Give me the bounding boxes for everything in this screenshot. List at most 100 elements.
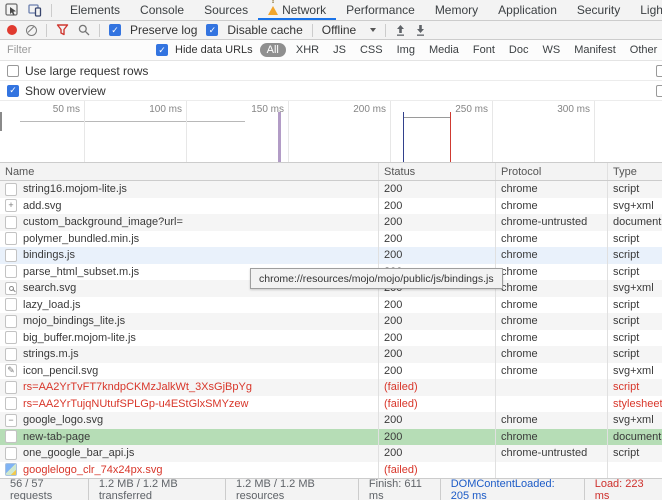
request-name-cell: strings.m.js: [0, 346, 378, 363]
divider: [99, 23, 100, 37]
filter-type-img[interactable]: Img: [393, 43, 419, 57]
load-event-marker: [450, 112, 451, 162]
request-status-cell: 200: [378, 247, 495, 264]
table-row[interactable]: new-tab-page 200 chrome document: [0, 428, 662, 445]
tab-lighthouse[interactable]: Lighthouse: [630, 0, 662, 20]
filter-type-media[interactable]: Media: [425, 43, 463, 57]
request-name: search.svg: [23, 282, 77, 295]
table-row[interactable]: custom_background_image?url= 200 chrome-un…: [0, 214, 662, 231]
hide-data-urls-label: Hide data URLs: [175, 44, 253, 56]
table-row[interactable]: bindings.js 200 chrome script: [0, 247, 662, 264]
table-row[interactable]: lazy_load.js 200 chrome script: [0, 296, 662, 313]
request-type-cell: svg+xml: [607, 197, 662, 214]
column-header-type[interactable]: Type: [607, 163, 662, 180]
inspect-element-icon[interactable]: [5, 3, 19, 17]
tab-console[interactable]: Console: [130, 0, 194, 20]
tab-memory[interactable]: Memory: [425, 0, 488, 20]
request-type-cell: script: [607, 346, 662, 363]
use-large-request-rows-checkbox[interactable]: [7, 64, 19, 77]
tab-sources[interactable]: Sources: [194, 0, 258, 20]
table-row[interactable]: rs=AA2YrTujqNUtufSPLGp-u4EStGlxSMYzew (fa…: [0, 395, 662, 413]
request-status-cell: 200: [378, 412, 495, 429]
request-protocol-cell: chrome: [495, 247, 607, 264]
domcontentloaded-marker: [403, 112, 404, 162]
table-row[interactable]: string16.mojom-lite.js 200 chrome script: [0, 181, 662, 198]
table-row[interactable]: one_google_bar_api.js 200 chrome-untrusted…: [0, 445, 662, 462]
request-name-cell: googlelogo_clr_74x24px.svg: [0, 462, 378, 479]
tab-security[interactable]: Security: [567, 0, 630, 20]
column-header-name[interactable]: Name: [0, 163, 378, 180]
table-row[interactable]: − google_logo.svg 200 chrome svg+xml: [0, 412, 662, 429]
devtools-tab-bar: Elements Console Sources Network Performance…: [0, 0, 662, 21]
disable-cache-checkbox[interactable]: ✓: [206, 24, 219, 36]
disable-cache-label: Disable cache: [227, 23, 303, 37]
request-type-cell: svg+xml: [607, 280, 662, 297]
table-row[interactable]: googlelogo_clr_74x24px.svg (failed): [0, 461, 662, 479]
network-overview-timeline[interactable]: 50 ms 100 ms 150 ms 200 ms 250 ms 300 ms: [0, 101, 662, 163]
filter-input[interactable]: [7, 44, 149, 56]
tab-performance[interactable]: Performance: [336, 0, 425, 20]
import-har-icon[interactable]: [395, 24, 406, 37]
table-row[interactable]: strings.m.js 200 chrome script: [0, 346, 662, 363]
table-row[interactable]: mojo_bindings_lite.js 200 chrome script: [0, 313, 662, 330]
filter-type-manifest[interactable]: Manifest: [570, 43, 620, 57]
table-row[interactable]: + add.svg 200 chrome svg+xml: [0, 197, 662, 214]
filter-type-css[interactable]: CSS: [356, 43, 387, 57]
clipped-checkbox[interactable]: [656, 65, 662, 77]
network-filter-bar: ✓ Hide data URLs All XHR JS CSS Img Media Font…: [0, 40, 662, 61]
request-protocol-cell: chrome: [495, 280, 607, 297]
request-name-cell: − google_logo.svg: [0, 412, 378, 429]
tab-label: Elements: [70, 3, 121, 17]
clipped-checkbox[interactable]: [656, 85, 662, 97]
divider: [385, 23, 387, 37]
tab-application[interactable]: Application: [488, 0, 567, 20]
preserve-log-checkbox[interactable]: ✓: [109, 24, 121, 36]
tab-elements[interactable]: Elements: [60, 0, 130, 20]
filter-funnel-icon[interactable]: [56, 24, 69, 36]
table-row[interactable]: ✎ icon_pencil.svg 200 chrome svg+xml: [0, 362, 662, 379]
request-type-cell: svg+xml: [607, 412, 662, 429]
file-icon: [5, 298, 17, 312]
column-header-protocol[interactable]: Protocol: [495, 163, 607, 180]
table-row[interactable]: rs=AA2YrTvFT7kndpCKMzJalkWt_3XsGjBpYg (fa…: [0, 379, 662, 396]
request-name-cell: string16.mojom-lite.js: [0, 181, 378, 198]
filter-type-other[interactable]: Other: [626, 43, 662, 57]
request-name: googlelogo_clr_74x24px.svg: [23, 463, 163, 476]
request-name-cell: bindings.js: [0, 247, 378, 264]
request-type-filters: All XHR JS CSS Img Media Font Doc WS Manifest Othe…: [259, 43, 662, 57]
record-network-log-button[interactable]: [7, 25, 17, 35]
tab-network[interactable]: Network: [258, 0, 336, 20]
timeline-gridline: [594, 101, 595, 162]
network-toolbar: ✓ Preserve log ✓ Disable cache Offline: [0, 21, 662, 40]
table-row[interactable]: polymer_bundled.min.js 200 chrome script: [0, 230, 662, 248]
column-header-status[interactable]: Status: [378, 163, 495, 180]
filter-type-xhr[interactable]: XHR: [292, 43, 323, 57]
file-icon: [5, 430, 17, 444]
summary-item: Finish: 611 ms: [357, 478, 440, 500]
device-toolbar-icon[interactable]: [28, 3, 42, 17]
export-har-icon[interactable]: [415, 24, 426, 37]
show-overview-checkbox[interactable]: ✓: [7, 84, 19, 97]
filter-type-ws[interactable]: WS: [538, 43, 564, 57]
request-name: mojo_bindings_lite.js: [23, 315, 126, 328]
clear-network-log-button[interactable]: [26, 24, 37, 36]
request-status-cell: 200: [378, 296, 495, 313]
hide-data-urls-checkbox[interactable]: ✓: [156, 44, 168, 56]
filter-type-font[interactable]: Font: [469, 43, 499, 57]
table-row[interactable]: big_buffer.mojom-lite.js 200 chrome script: [0, 329, 662, 346]
filter-type-all[interactable]: All: [259, 43, 286, 57]
summary-item: Load: 223 ms: [583, 478, 662, 500]
throttling-select[interactable]: Offline: [322, 23, 377, 37]
warning-icon: [266, 0, 280, 15]
overview-request-bar: [0, 112, 2, 131]
filter-type-doc[interactable]: Doc: [505, 43, 533, 57]
timeline-gridline: [390, 101, 391, 162]
request-name-cell: polymer_bundled.min.js: [0, 231, 378, 248]
request-name-cell: rs=AA2YrTujqNUtufSPLGp-u4EStGlxSMYzew: [0, 396, 378, 413]
request-type-cell: script: [607, 263, 662, 280]
filter-type-js[interactable]: JS: [329, 43, 350, 57]
file-icon: [5, 232, 17, 246]
summary-item: 56 / 57 requests: [10, 477, 53, 500]
search-icon[interactable]: [78, 24, 90, 36]
summary-item: 1.2 MB / 1.2 MB transferred: [87, 478, 225, 500]
